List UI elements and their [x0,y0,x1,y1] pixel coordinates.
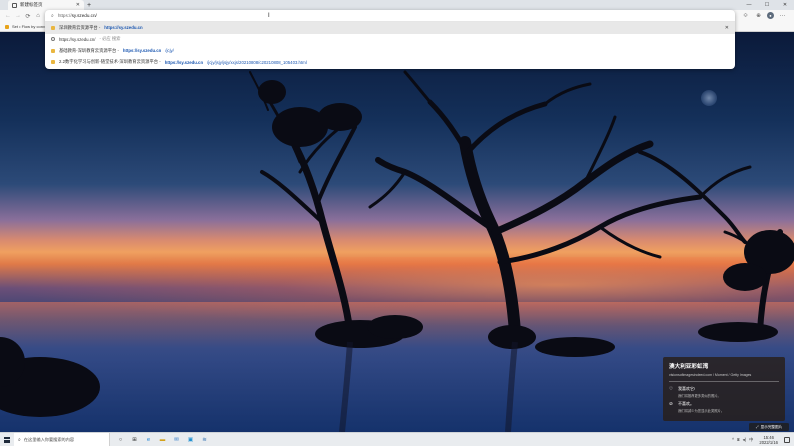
window-controls: — ☐ ✕ [740,0,794,10]
back-button[interactable]: ← [3,11,13,21]
collections-icon[interactable]: ⟐ [741,12,750,21]
notification-center-icon[interactable] [784,436,790,443]
suggestion-item[interactable]: 基础教育-深圳教育云资源平台 - https://sy.szedu.cn/jcj… [45,45,735,57]
window-close-button[interactable]: ✕ [776,0,794,10]
clock[interactable]: 15:46 2022/1/16 [756,435,781,445]
profile-avatar[interactable]: ● [767,11,774,19]
volume-icon[interactable]: ◂) [743,437,747,442]
new-tab-button[interactable]: + [84,0,94,10]
address-input[interactable]: ⌕ https://sy.szedu.cn/ I [45,10,735,22]
show-full-image-button[interactable]: ⤢ 显示完整图片 [749,423,789,431]
forward-button[interactable]: → [13,11,23,21]
expand-icon: ⤢ [755,425,759,429]
system-tray: ^ ⌸ ◂) 中 15:46 2022/1/16 [732,435,794,445]
app-icon[interactable]: ≋ [200,435,209,444]
suggestion-item[interactable]: 深圳教育云资源平台 - https://sy.szedu.cn ✕ [45,22,735,34]
divider [669,381,779,382]
maximize-button[interactable]: ☐ [758,0,776,10]
windows-taskbar: ⌕ 在这里输入你要搜索的内容 ○ ⊞ e ▬ ✉ ▣ ≋ ^ ⌸ ◂) 中 15… [0,432,794,446]
site-favicon-icon [51,25,55,30]
favorite-site-icon [5,24,9,29]
image-info-card: 澳大利亚彩虹湾 visionsofimagesindeed.com / Mome… [663,357,785,421]
cortana-icon[interactable]: ○ [116,435,125,444]
toolbar-right-icons: ☆ ⟐ ⊕ ● ⋯ [728,11,791,21]
dislike-sublabel: 我们将减少为您显示此类照片。 [678,408,725,413]
moon-glow [701,90,717,106]
like-sublabel: 我们将推荐更多类似的照片。 [678,393,721,398]
suggestion-item[interactable]: https://sy.szedu.cn/ - 必应 搜索 [45,34,735,46]
edge-browser-icon[interactable]: e [144,435,153,444]
tab-close-icon[interactable]: ✕ [76,2,80,8]
taskbar-search-box[interactable]: ⌕ 在这里输入你要搜索的内容 [14,432,110,446]
new-tab-page-icon [12,2,17,8]
task-view-icon[interactable]: ⊞ [130,435,139,444]
remove-suggestion-icon[interactable]: ✕ [725,25,735,31]
address-bar-dropdown: ⌕ https://sy.szedu.cn/ I 深圳教育云资源平台 - htt… [45,10,735,69]
refresh-button[interactable]: ⟳ [23,11,33,21]
show-hidden-icons-chevron-icon[interactable]: ^ [732,437,734,442]
minimize-button[interactable]: — [740,0,758,10]
search-icon: ⌕ [18,436,21,443]
taskbar-search-placeholder: 在这里输入你要搜索的内容 [23,436,75,442]
text-cursor-icon: I [268,13,270,19]
mail-icon[interactable]: ✉ [172,435,181,444]
image-title[interactable]: 澳大利亚彩虹湾 [669,362,779,370]
suggestion-item[interactable]: 2.2数字化学习与创新-随堂技术-深圳教育云资源平台 - https://sy.… [45,57,735,69]
site-favicon-icon [51,60,55,65]
address-text[interactable]: https://sy.szedu.cn/ [58,13,97,18]
dislike-image-option[interactable]: ⊘ 不喜欢。 我们将减少为您显示此类照片。 [669,401,779,413]
site-favicon-icon [51,48,55,53]
extensions-icon[interactable]: ⊕ [754,12,763,21]
windows-logo-icon [4,436,10,443]
dislike-label: 不喜欢。 [678,400,694,406]
network-icon[interactable]: ⌸ [737,437,740,442]
settings-menu-icon[interactable]: ⋯ [778,12,787,21]
browser-title-bar: 新建标签页 ✕ + — ☐ ✕ [0,0,794,10]
show-full-image-label: 显示完整图片 [760,424,783,429]
input-method-icon[interactable]: 中 [749,437,753,443]
like-label: 我喜欢它! [678,385,696,391]
search-icon [51,37,55,42]
image-credit: visionsofimagesindeed.com / Moment / Get… [669,373,752,377]
heart-icon: ♡ [669,385,674,391]
dislike-icon: ⊘ [669,400,673,406]
like-image-option[interactable]: ♡ 我喜欢它! 我们将推荐更多类似的照片。 [669,386,779,398]
taskbar-pinned-apps: ○ ⊞ e ▬ ✉ ▣ ≋ [110,435,209,444]
file-explorer-icon[interactable]: ▬ [158,435,167,444]
tab-new-tab[interactable]: 新建标签页 ✕ [8,0,84,10]
search-icon: ⌕ [51,12,54,19]
clock-date: 2022/1/16 [759,439,778,445]
tab-title: 新建标签页 [20,2,43,7]
start-button[interactable] [0,433,14,446]
home-button[interactable]: ⌂ [33,11,43,21]
store-icon[interactable]: ▣ [186,435,195,444]
